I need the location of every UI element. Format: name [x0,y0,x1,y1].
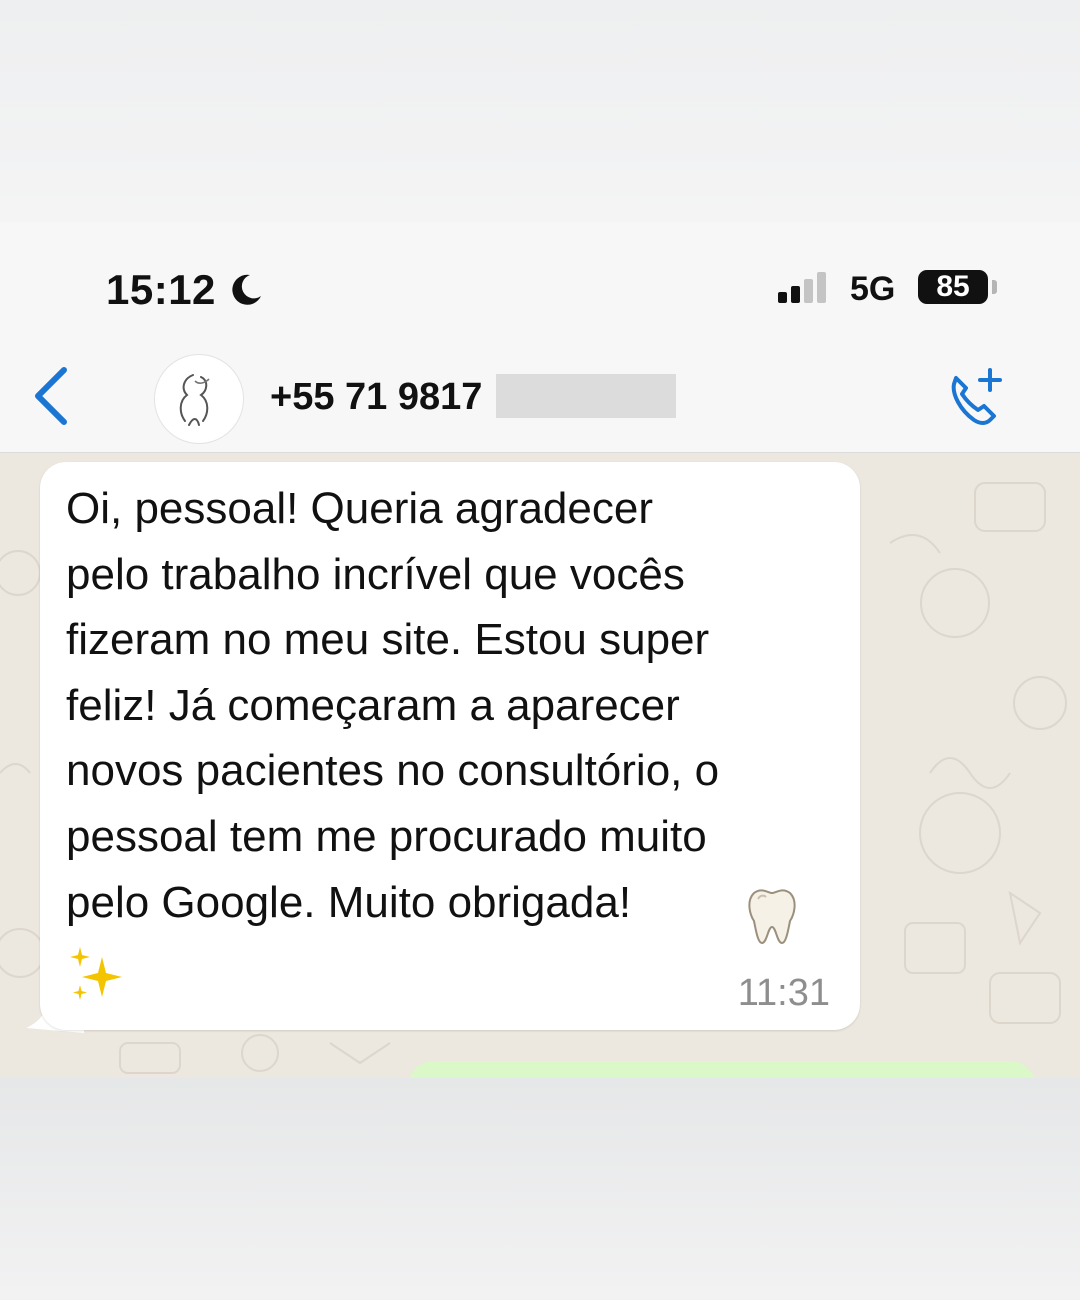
dental-logo-icon [179,374,210,426]
chat-area[interactable]: Oi, pessoal! Queria agradecer pelo traba… [0,453,1080,1078]
signal-icon [778,272,826,303]
back-icon[interactable] [30,364,74,428]
tooth-icon [748,889,796,945]
top-background [0,0,1080,222]
phone-screen: 15:12 5G 85 +55 71 9817 Oi, pessoal! Que… [0,222,1080,1078]
moon-icon [232,274,261,305]
network-label: 5G [850,270,896,308]
status-bar: 15:12 5G 85 [0,222,1080,350]
status-time: 15:12 [106,266,216,313]
bottom-background [0,1078,1080,1300]
message-timestamp: 11:31 [737,972,830,1014]
incoming-message-bubble[interactable]: Oi, pessoal! Queria agradecer pelo traba… [40,462,860,1030]
outgoing-message-bubble[interactable] [408,1061,1036,1078]
contact-number[interactable]: +55 71 9817 [270,376,482,419]
add-call-icon[interactable] [942,364,1006,432]
battery-cap [992,280,997,294]
sparkles-icon [70,947,122,1000]
avatar[interactable] [154,354,244,444]
message-text: Oi, pessoal! Queria agradecer pelo traba… [66,484,720,927]
chat-header: +55 71 9817 [0,350,1080,453]
battery-icon: 85 [918,270,988,304]
redaction-box [496,374,676,418]
